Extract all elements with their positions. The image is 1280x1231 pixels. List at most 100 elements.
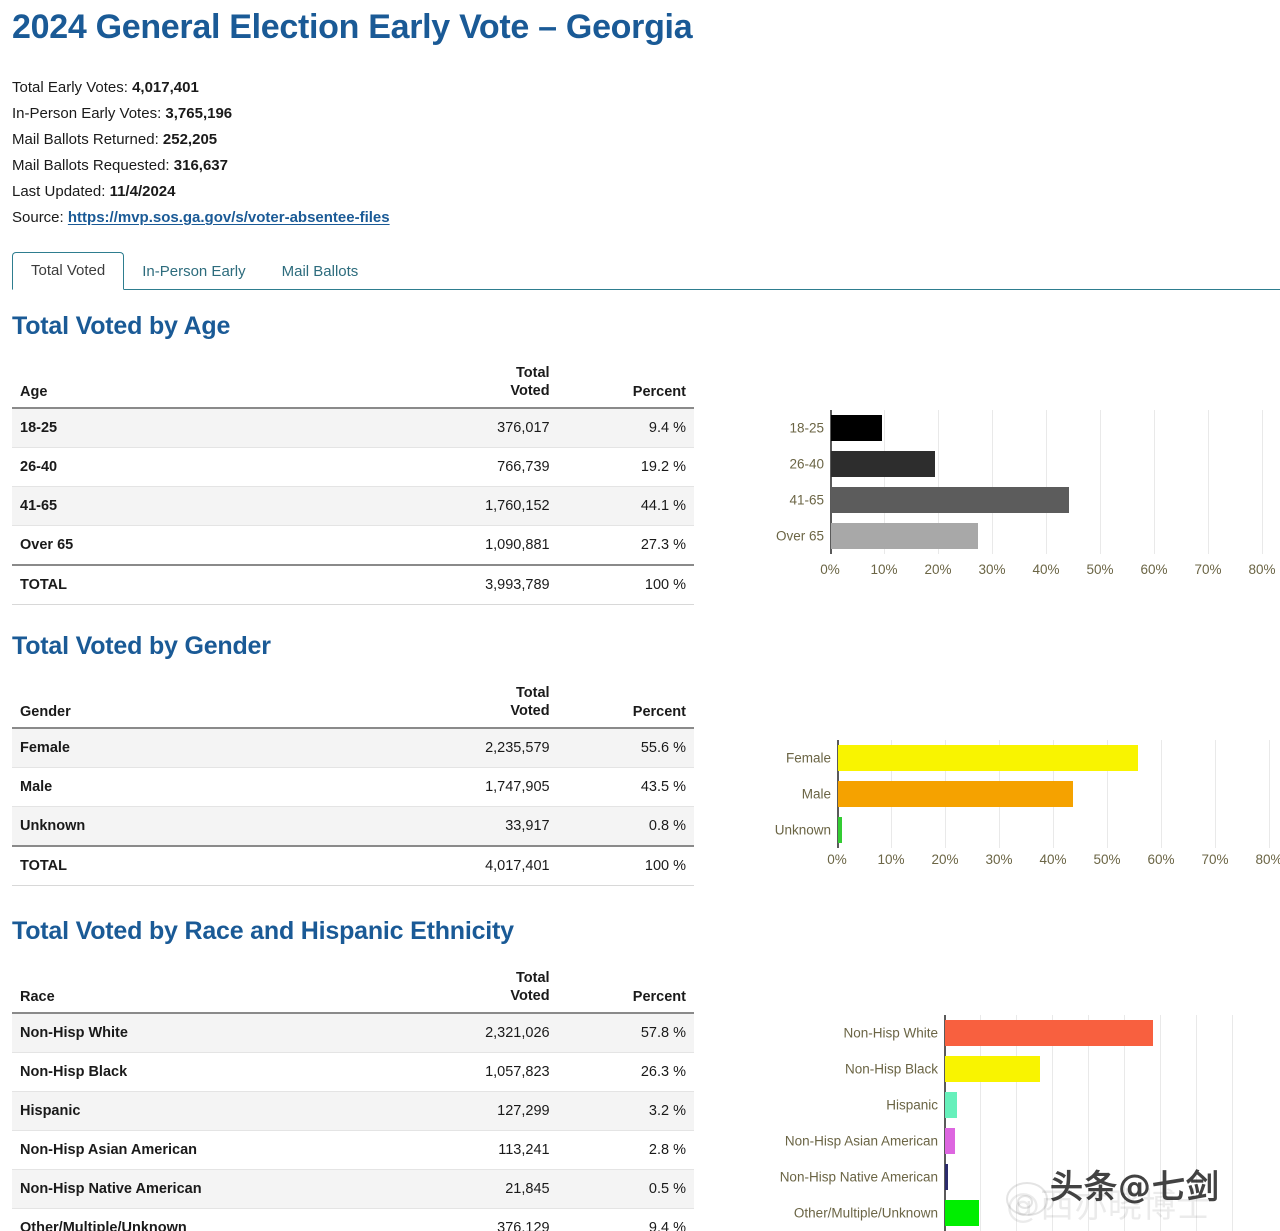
column-header-percent: Percent — [558, 680, 694, 728]
column-header-gender: Gender — [12, 680, 394, 728]
chart-gridline — [1208, 410, 1209, 554]
chart-x-tick-label: 10% — [870, 562, 897, 577]
cell-percent: 19.2 % — [558, 448, 694, 487]
cell-voted: 766,739 — [394, 448, 558, 487]
chart-axis-line — [944, 1015, 946, 1231]
stat-label: Mail Ballots Returned: — [12, 131, 159, 148]
chart-bar — [945, 1128, 955, 1154]
cell-label: Non-Hisp Native American — [12, 1170, 394, 1209]
chart-x-tick-label: 70% — [1194, 562, 1221, 577]
source-link[interactable]: https://mvp.sos.ga.gov/s/voter-absentee-… — [68, 209, 390, 226]
cell-percent: 26.3 % — [558, 1053, 694, 1092]
table-total-row: TOTAL 3,993,789 100 % — [12, 565, 694, 605]
cell-voted: 1,760,152 — [394, 487, 558, 526]
table-row: Non-Hisp Asian American 113,241 2.8 % — [12, 1131, 694, 1170]
column-header-line2: Voted — [402, 987, 550, 1005]
chart-gridline — [1215, 740, 1216, 848]
cell-label: Non-Hisp Black — [12, 1053, 394, 1092]
cell-label: 41-65 — [12, 487, 394, 526]
stat-value: 11/4/2024 — [110, 183, 176, 200]
chart-bar — [945, 1092, 957, 1118]
tab-bar: Total Voted In-Person Early Mail Ballots — [12, 250, 1280, 290]
table-total-voted-by-race: Race Total Voted Percent Non-Hisp White … — [12, 965, 694, 1231]
column-header-line2: Voted — [402, 382, 550, 400]
table-row: Male 1,747,905 43.5 % — [12, 768, 694, 807]
chart-total-voted-by-age: 18-2526-4041-65Over 650%10%20%30%40%50%6… — [752, 400, 1280, 590]
chart-x-tick-label: 40% — [1032, 562, 1059, 577]
stat-value: 4,017,401 — [132, 79, 199, 96]
cell-percent: 57.8 % — [558, 1013, 694, 1053]
cell-voted: 113,241 — [394, 1131, 558, 1170]
tab-in-person-early[interactable]: In-Person Early — [124, 254, 263, 290]
table-row: Non-Hisp Black 1,057,823 26.3 % — [12, 1053, 694, 1092]
column-header-line1: Total — [402, 364, 550, 382]
table-header-row: Gender Total Voted Percent — [12, 680, 694, 728]
table-row: Female 2,235,579 55.6 % — [12, 728, 694, 768]
column-header-age: Age — [12, 360, 394, 408]
column-header-percent: Percent — [558, 965, 694, 1013]
section-title-race: Total Voted by Race and Hispanic Ethnici… — [12, 917, 514, 946]
chart-x-tick-label: 30% — [978, 562, 1005, 577]
chart-bar — [831, 487, 1069, 513]
cell-voted: 3,993,789 — [394, 565, 558, 605]
chart-gridline — [1262, 410, 1263, 554]
chart-category-label: Female — [752, 751, 831, 766]
table-total-voted-by-age: Age Total Voted Percent 18-25 376,017 9.… — [12, 360, 694, 605]
chart-category-label: 26-40 — [752, 457, 824, 472]
chart-category-label: Over 65 — [752, 529, 824, 544]
chart-x-tick-label: 20% — [931, 852, 958, 867]
tab-list: Total Voted In-Person Early Mail Ballots — [12, 252, 376, 290]
chart-x-tick-label: 10% — [877, 852, 904, 867]
tab-total-voted[interactable]: Total Voted — [12, 252, 124, 290]
chart-gridline — [1016, 1015, 1017, 1231]
chart-category-label: Hispanic — [752, 1098, 938, 1113]
chart-x-tick-label: 80% — [1248, 562, 1275, 577]
chart-gridline — [992, 410, 993, 554]
cell-label: Female — [12, 728, 394, 768]
chart-plot-area-age: 18-2526-4041-65Over 650%10%20%30%40%50%6… — [752, 400, 1280, 590]
chart-gridline — [1161, 740, 1162, 848]
cell-label: 18-25 — [12, 408, 394, 448]
cell-label: Non-Hisp Asian American — [12, 1131, 394, 1170]
chart-bar — [831, 415, 882, 441]
chart-gridline — [1052, 1015, 1053, 1231]
stat-mail-ballots-requested: Mail Ballots Requested: 316,637 — [12, 153, 390, 179]
cell-percent: 9.4 % — [558, 1209, 694, 1231]
chart-gridline — [1046, 410, 1047, 554]
cell-voted: 2,321,026 — [394, 1013, 558, 1053]
chart-bar — [945, 1056, 1040, 1082]
chart-category-label: Male — [752, 787, 831, 802]
summary-stats: Total Early Votes: 4,017,401 In-Person E… — [12, 75, 390, 231]
chart-total-voted-by-race: Non-Hisp WhiteNon-Hisp BlackHispanicNon-… — [752, 1005, 1280, 1231]
stat-label: Mail Ballots Requested: — [12, 157, 170, 174]
chart-plot-area-race: Non-Hisp WhiteNon-Hisp BlackHispanicNon-… — [752, 1005, 1280, 1231]
chart-category-label: 18-25 — [752, 421, 824, 436]
chart-category-label: Unknown — [752, 823, 831, 838]
chart-x-tick-label: 50% — [1086, 562, 1113, 577]
table-total-row: TOTAL 4,017,401 100 % — [12, 846, 694, 886]
chart-gridline — [1154, 410, 1155, 554]
chart-x-tick-label: 0% — [827, 852, 847, 867]
column-header-line2: Voted — [402, 702, 550, 720]
stat-last-updated: Last Updated: 11/4/2024 — [12, 179, 390, 205]
table-row: Other/Multiple/Unknown 376,129 9.4 % — [12, 1209, 694, 1231]
cell-label: Unknown — [12, 807, 394, 847]
chart-x-tick-label: 60% — [1147, 852, 1174, 867]
chart-gridline — [1232, 1015, 1233, 1231]
cell-voted: 33,917 — [394, 807, 558, 847]
chart-gridline — [1160, 1015, 1161, 1231]
chart-bar — [945, 1164, 948, 1190]
cell-voted: 21,845 — [394, 1170, 558, 1209]
table-total-voted-by-gender: Gender Total Voted Percent Female 2,235,… — [12, 680, 694, 886]
section-title-gender: Total Voted by Gender — [12, 632, 271, 661]
chart-x-tick-label: 50% — [1093, 852, 1120, 867]
chart-gridline — [980, 1015, 981, 1231]
cell-voted: 1,747,905 — [394, 768, 558, 807]
stat-value: 3,765,196 — [165, 105, 232, 122]
tab-mail-ballots[interactable]: Mail Ballots — [264, 254, 377, 290]
cell-label: TOTAL — [12, 565, 394, 605]
cell-percent: 44.1 % — [558, 487, 694, 526]
cell-percent: 43.5 % — [558, 768, 694, 807]
chart-bar — [945, 1020, 1153, 1046]
cell-percent: 0.8 % — [558, 807, 694, 847]
